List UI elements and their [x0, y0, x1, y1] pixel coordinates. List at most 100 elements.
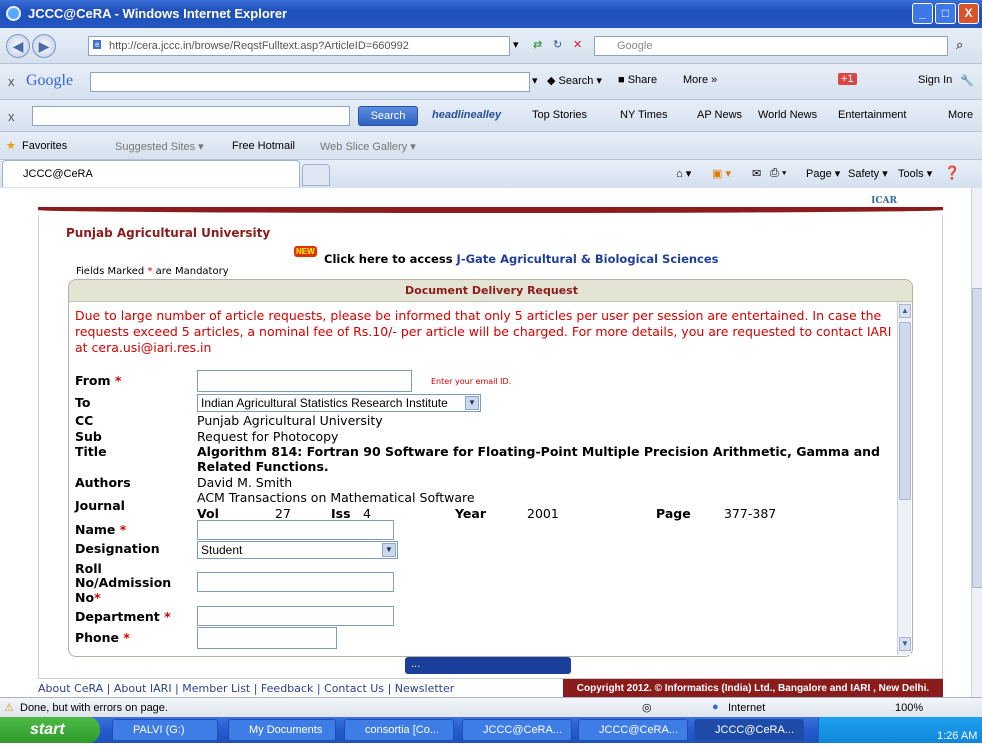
- task-my-documents[interactable]: My Documents: [228, 719, 336, 741]
- task-palvi[interactable]: PALVI (G:): [112, 719, 218, 741]
- from-label: From *: [75, 373, 122, 388]
- wrench-icon[interactable]: 🔧: [960, 74, 974, 87]
- status-message: Done, but with errors on page.: [20, 702, 168, 714]
- form-scroll-up-icon[interactable]: ▲: [899, 304, 911, 318]
- search-icon[interactable]: ⌕: [956, 37, 963, 53]
- forward-button[interactable]: ▶: [32, 34, 56, 58]
- title-value-line1: Algorithm 814: Fortran 90 Software for F…: [197, 444, 881, 459]
- page-menu[interactable]: Page ▾: [806, 167, 840, 180]
- headline-more-link[interactable]: More: [948, 109, 973, 121]
- google-dropdown-icon[interactable]: ▾: [532, 74, 538, 87]
- headline-toolbar: x Search headlinealley Top Stories NY Ti…: [0, 100, 982, 132]
- suggested-sites-link[interactable]: Suggested Sites ▾: [115, 140, 204, 153]
- minimize-button[interactable]: _: [912, 3, 933, 24]
- tab-label: JCCC@CeRA: [23, 168, 93, 180]
- designation-dropdown-icon: ▼: [382, 543, 396, 557]
- google-logo: Google: [26, 72, 74, 89]
- name-input[interactable]: [197, 520, 394, 540]
- search-engine-name: Google: [617, 40, 653, 52]
- jgate-access[interactable]: Click here to access J-Gate Agricultural…: [324, 252, 719, 266]
- stop-icon[interactable]: ✕: [573, 38, 582, 51]
- iss-value: 4: [363, 506, 371, 521]
- start-button[interactable]: start: [0, 717, 100, 743]
- warning-icon[interactable]: ⚠: [4, 701, 14, 714]
- journal-label: Journal: [75, 498, 125, 513]
- to-select[interactable]: Indian Agricultural Statistics Research …: [197, 394, 481, 412]
- globe-icon: ●: [712, 701, 719, 713]
- favorites-star-icon: ★: [6, 140, 16, 152]
- cc-value: Punjab Agricultural University: [197, 413, 383, 428]
- roll-number-input[interactable]: [197, 572, 394, 592]
- tools-menu[interactable]: Tools ▾: [898, 167, 932, 180]
- headline-toolbar-close[interactable]: x: [8, 109, 15, 124]
- feeds-icon[interactable]: ▣ ▾: [712, 167, 731, 180]
- close-button[interactable]: X: [958, 3, 979, 24]
- google-more-button[interactable]: More »: [683, 74, 717, 86]
- security-icon: ◎: [642, 702, 652, 714]
- search-field[interactable]: Google: [594, 36, 948, 56]
- department-input[interactable]: [197, 606, 394, 626]
- google-share-button[interactable]: ■ Share: [618, 74, 657, 86]
- task-consortia[interactable]: consortia [Co...: [344, 719, 454, 741]
- designation-select[interactable]: Student ▼: [197, 541, 398, 559]
- entertainment-link[interactable]: Entertainment: [838, 109, 906, 121]
- clock[interactable]: 1:26 AM: [937, 723, 977, 749]
- google-toolbar: x Google ▾ ◆ Search ▾ ■ Share More » +1 …: [0, 64, 982, 100]
- top-stories-link[interactable]: Top Stories: [532, 109, 587, 121]
- request-notice: Due to large number of article requests,…: [75, 308, 892, 355]
- help-icon[interactable]: ❓: [944, 165, 960, 181]
- favorites-button[interactable]: Favorites: [22, 140, 67, 152]
- google-sign-in[interactable]: Sign In: [918, 74, 952, 86]
- taskbar: start PALVI (G:) My Documents consortia …: [0, 717, 982, 743]
- address-bar[interactable]: e http://cera.jccc.in/browse/ReqstFullte…: [88, 36, 510, 56]
- page-scrollbar-thumb[interactable]: [972, 288, 982, 588]
- address-dropdown-icon[interactable]: ▾: [513, 38, 519, 51]
- page-value: 377-387: [724, 506, 777, 521]
- compatibility-icon[interactable]: ⇄: [533, 38, 542, 51]
- page-scrollbar[interactable]: [971, 188, 982, 697]
- task-jccc-3[interactable]: JCCC@CeRA...: [694, 719, 804, 741]
- dock-button[interactable]: ...: [405, 657, 571, 674]
- web-slice-gallery-link[interactable]: Web Slice Gallery ▾: [320, 140, 416, 153]
- jgate-link[interactable]: J-Gate Agricultural & Biological Science…: [457, 252, 719, 266]
- new-tab-button[interactable]: [302, 164, 330, 186]
- phone-label: Phone *: [75, 630, 130, 645]
- plus-one-badge[interactable]: +1: [838, 73, 857, 85]
- maximize-button[interactable]: □: [935, 3, 956, 24]
- print-icon[interactable]: ⎙ ▾: [770, 167, 786, 180]
- world-news-link[interactable]: World News: [758, 109, 817, 121]
- headline-search-button[interactable]: Search: [358, 106, 418, 126]
- phone-input[interactable]: [197, 627, 337, 649]
- tab-jccc-cera[interactable]: JCCC@CeRA: [2, 160, 300, 187]
- safety-menu[interactable]: Safety ▾: [848, 167, 888, 180]
- google-search-input[interactable]: [90, 72, 530, 92]
- refresh-icon[interactable]: ↻: [553, 38, 562, 51]
- from-email-input[interactable]: [197, 370, 412, 392]
- headlinealley-logo: headlinealley: [432, 109, 502, 121]
- headline-search-input[interactable]: [32, 106, 350, 126]
- zoom-level[interactable]: 100%: [895, 702, 923, 714]
- home-icon[interactable]: ⌂ ▾: [676, 167, 691, 180]
- favorites-bar: ★ Favorites Suggested Sites ▾ Free Hotma…: [0, 132, 982, 160]
- ny-times-link[interactable]: NY Times: [620, 109, 667, 121]
- back-button[interactable]: ◀: [6, 34, 30, 58]
- task-jccc-2[interactable]: JCCC@CeRA...: [578, 719, 688, 741]
- form-scroll-down-icon[interactable]: ▼: [899, 637, 911, 651]
- free-hotmail-link[interactable]: Free Hotmail: [232, 140, 295, 152]
- task-jccc-1[interactable]: JCCC@CeRA...: [462, 719, 572, 741]
- address-toolbar: ◀ ▶ e http://cera.jccc.in/browse/ReqstFu…: [0, 28, 982, 64]
- form-scrollbar[interactable]: ▲ ▼: [897, 302, 911, 655]
- status-bar: ⚠ Done, but with errors on page. ◎ ● Int…: [0, 697, 982, 717]
- header-stripe: [38, 207, 943, 213]
- google-toolbar-close[interactable]: x: [8, 74, 15, 89]
- footer-links[interactable]: About CeRA | About IARI | Member List | …: [38, 682, 454, 695]
- mail-icon[interactable]: ✉: [752, 167, 761, 180]
- roll-label-line3: No*: [75, 590, 101, 605]
- page-label: Page: [656, 506, 691, 521]
- form-scrollbar-thumb[interactable]: [899, 322, 911, 500]
- ap-news-link[interactable]: AP News: [697, 109, 742, 121]
- authors-value: David M. Smith: [197, 475, 293, 490]
- google-search-button[interactable]: ◆ Search ▾: [547, 74, 602, 87]
- system-tray: 1:26 AM: [818, 717, 982, 743]
- site-footer: About CeRA | About IARI | Member List | …: [38, 678, 943, 698]
